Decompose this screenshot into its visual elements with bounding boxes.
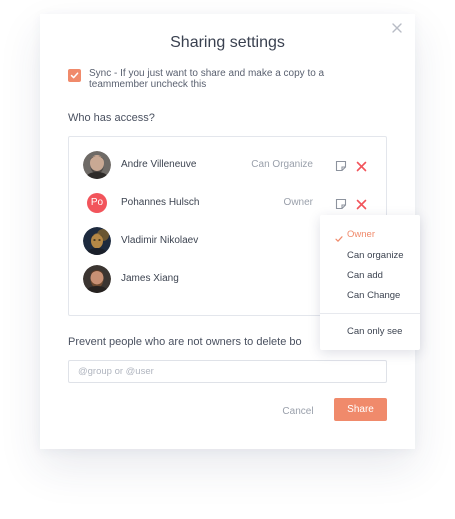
edit-icon[interactable] (335, 197, 347, 215)
user-row: Andre Villeneuve Can Organize (83, 151, 373, 179)
avatar (83, 151, 111, 179)
user-name: Pohannes Hulsch (121, 197, 200, 208)
check-icon (70, 72, 79, 79)
role-select[interactable]: Can Organize (233, 159, 313, 170)
group-user-input[interactable] (68, 360, 387, 383)
who-has-access-label: Who has access? (68, 112, 155, 124)
menu-item-can-organize[interactable]: Can organize (347, 250, 404, 261)
sync-checkbox[interactable] (68, 69, 81, 82)
user-row: Po Pohannes Hulsch Owner (83, 189, 373, 217)
role-select[interactable]: Owner (233, 197, 313, 208)
avatar: Po (87, 193, 107, 213)
sharing-settings-dialog: Sharing settings Sync - If you just want… (40, 14, 420, 449)
user-name: Andre Villeneuve (121, 159, 197, 170)
menu-divider (320, 313, 420, 314)
sync-description: Sync - If you just want to share and mak… (89, 68, 325, 90)
menu-item-owner[interactable]: Owner (347, 229, 375, 240)
edit-icon[interactable] (335, 159, 347, 177)
avatar (83, 265, 111, 293)
menu-item-can-only-see[interactable]: Can only see (347, 326, 402, 337)
check-icon (335, 230, 343, 248)
dialog-title: Sharing settings (170, 34, 285, 51)
cancel-button[interactable]: Cancel (278, 400, 318, 422)
user-name: James Xiang (121, 273, 179, 284)
menu-item-can-change[interactable]: Can Change (347, 290, 400, 301)
share-button[interactable]: Share (334, 398, 387, 421)
avatar (83, 227, 111, 255)
role-dropdown-menu: Owner Can organize Can add Can Change Ca… (320, 215, 420, 350)
menu-item-can-add[interactable]: Can add (347, 270, 383, 281)
remove-icon[interactable] (356, 159, 367, 177)
prevent-delete-label: Prevent people who are not owners to del… (68, 336, 302, 348)
user-name: Vladimir Nikolaev (121, 235, 199, 246)
remove-icon[interactable] (356, 197, 367, 215)
